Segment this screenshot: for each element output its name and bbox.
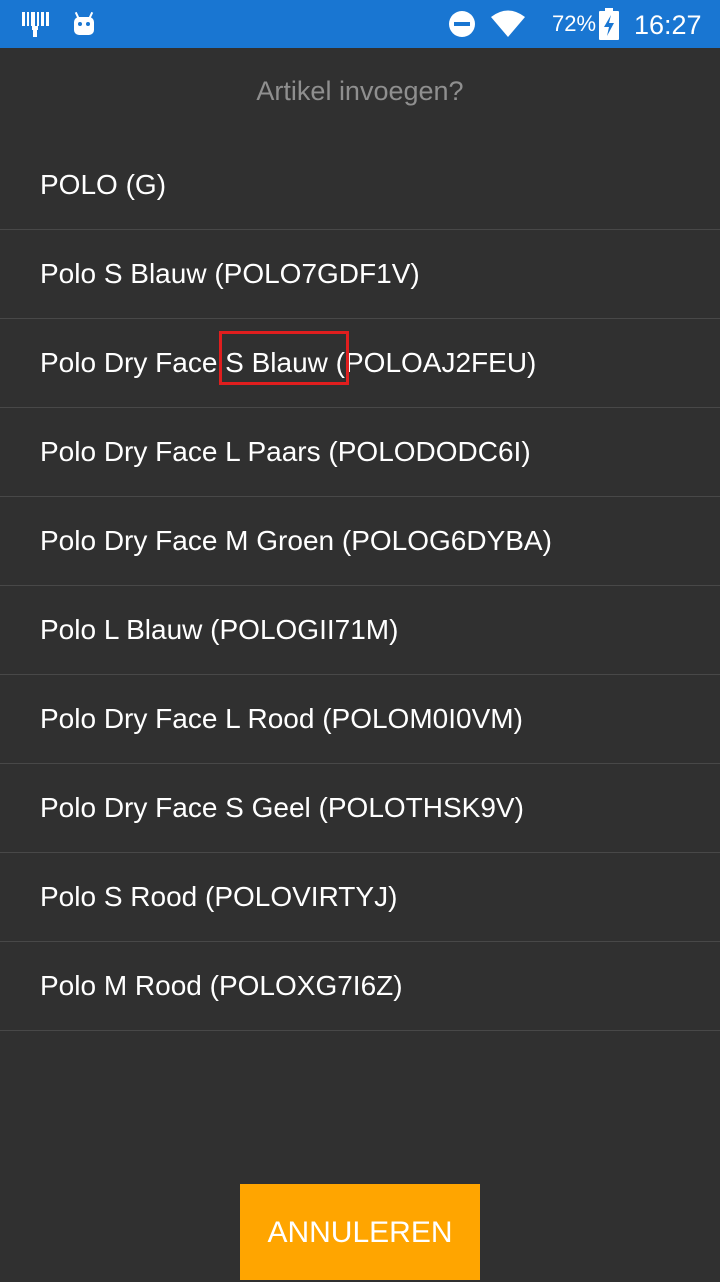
list-item[interactable]: Polo Dry Face S Geel (POLOTHSK9V) — [0, 764, 720, 853]
list-item[interactable]: Polo S Blauw (POLO7GDF1V) — [0, 230, 720, 319]
android-icon — [70, 0, 98, 48]
list-item[interactable]: Polo Dry Face L Paars (POLODODC6I) — [0, 408, 720, 497]
wifi-icon — [490, 0, 526, 48]
battery-charging-icon — [598, 0, 620, 48]
clock-time: 16:27 — [634, 10, 702, 40]
list-item[interactable]: Polo Dry Face M Groen (POLOG6DYBA) — [0, 497, 720, 586]
battery-percentage: 72% — [552, 11, 597, 36]
status-bar: 72% 16:27 — [0, 0, 720, 48]
list-item[interactable]: POLO (G) — [0, 141, 720, 230]
do-not-disturb-icon — [446, 0, 478, 48]
list-item[interactable]: Polo L Blauw (POLOGII71M) — [0, 586, 720, 675]
barcode-scanner-icon — [20, 0, 52, 48]
list-item[interactable]: Polo S Rood (POLOVIRTYJ) — [0, 853, 720, 942]
list-item[interactable]: Polo M Rood (POLOXG7I6Z) — [0, 942, 720, 1031]
cancel-button[interactable]: ANNULEREN — [240, 1184, 480, 1280]
article-list: POLO (G) Polo S Blauw (POLO7GDF1V) Polo … — [0, 141, 720, 1031]
list-item[interactable]: Polo Dry Face S Blauw (POLOAJ2FEU) — [0, 319, 720, 408]
dialog-title: Artikel invoegen? — [256, 76, 464, 106]
list-item[interactable]: Polo Dry Face L Rood (POLOM0I0VM) — [0, 675, 720, 764]
